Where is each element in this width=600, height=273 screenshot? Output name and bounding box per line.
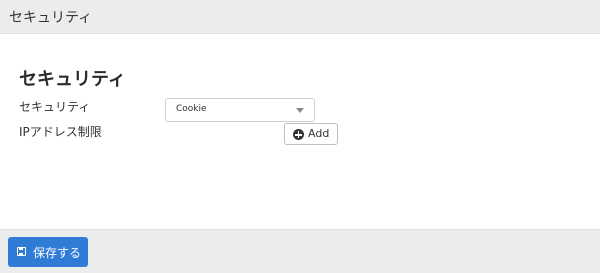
security-label: セキュリティ <box>19 100 91 114</box>
chevron-down-icon <box>296 108 304 113</box>
section-title: セキュリティ <box>19 69 126 90</box>
dialog-body: セキュリティ セキュリティ Cookie IPアドレス制限 Add <box>0 34 600 229</box>
dialog-footer: 保存する <box>0 229 600 273</box>
save-button[interactable]: 保存する <box>8 237 88 267</box>
floppy-disk-icon <box>17 247 26 256</box>
security-dialog: セキュリティ セキュリティ セキュリティ Cookie IPアドレス制限 Add… <box>0 0 600 273</box>
security-select-value: Cookie <box>176 104 207 114</box>
dialog-header: セキュリティ <box>0 0 600 34</box>
ip-restriction-label: IPアドレス制限 <box>19 125 102 139</box>
add-ip-button[interactable]: Add <box>284 123 338 145</box>
security-select[interactable]: Cookie <box>165 98 315 122</box>
dialog-title: セキュリティ <box>9 10 93 26</box>
plus-circle-icon <box>293 129 304 140</box>
save-button-label: 保存する <box>33 246 82 260</box>
add-ip-button-label: Add <box>308 127 330 140</box>
